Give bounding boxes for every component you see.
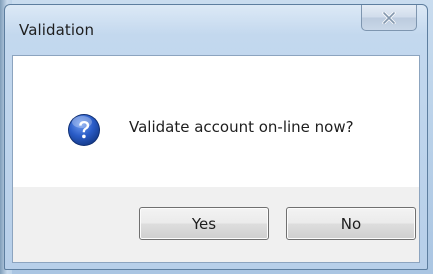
window-title: Validation [19, 21, 95, 39]
question-icon [68, 114, 100, 146]
dialog-message: Validate account on-line now? [129, 118, 354, 136]
dialog-client-area: Validate account on-line now? Yes No [12, 55, 420, 263]
validation-dialog-window: Validation Validate account on-line now?… [4, 4, 428, 270]
no-button[interactable]: No [286, 207, 416, 240]
message-area: Validate account on-line now? [13, 56, 419, 187]
close-icon [382, 11, 396, 24]
close-button[interactable] [361, 5, 417, 31]
title-bar[interactable]: Validation [5, 5, 427, 55]
yes-button[interactable]: Yes [139, 207, 269, 240]
